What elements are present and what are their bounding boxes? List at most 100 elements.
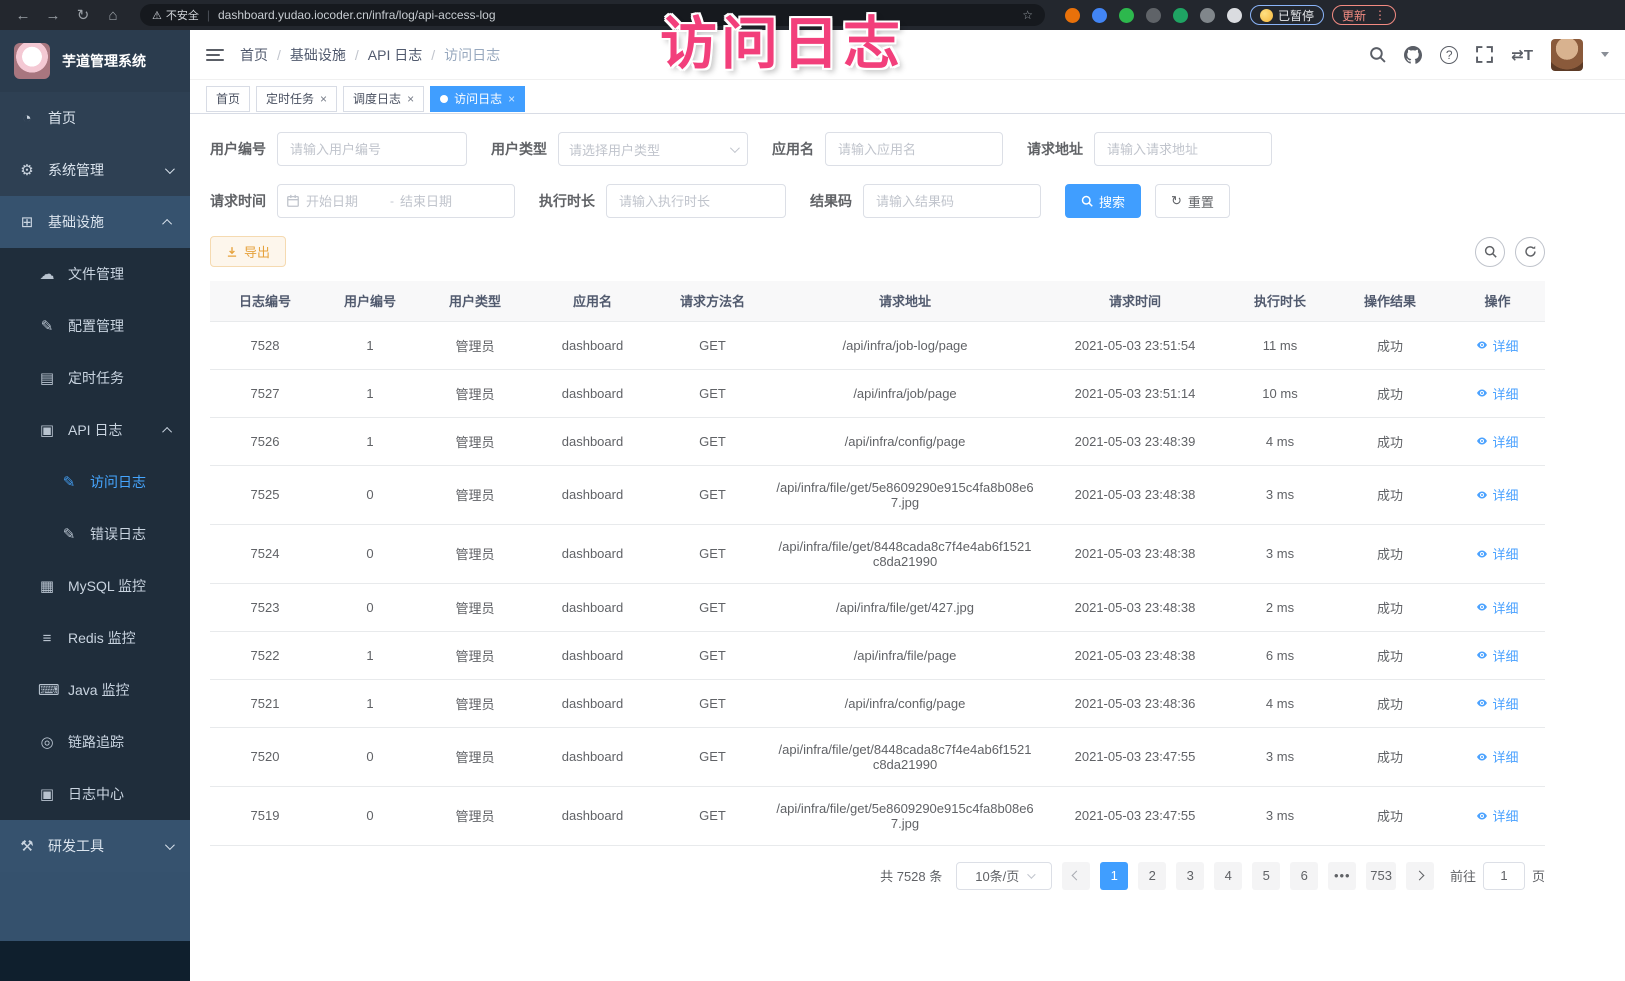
duration-input[interactable] (606, 184, 786, 218)
sidebar-item[interactable]: ▦MySQL 监控 (0, 560, 190, 612)
detail-link[interactable]: 详细 (1476, 747, 1518, 766)
cell-method: GET (655, 631, 770, 679)
tab-访问日志[interactable]: 访问日志× (430, 86, 525, 112)
search-icon[interactable] (1369, 46, 1386, 63)
detail-link[interactable]: 详细 (1476, 384, 1518, 403)
detail-link[interactable]: 详细 (1476, 646, 1518, 665)
extension-orange-ring[interactable] (1065, 8, 1080, 23)
close-icon[interactable]: × (407, 92, 414, 106)
sidebar-item[interactable]: ◎链路追踪 (0, 716, 190, 768)
prev-page-button[interactable] (1062, 862, 1090, 890)
sidebar-item-label: 研发工具 (48, 836, 104, 856)
extension-blue-shield[interactable] (1092, 8, 1107, 23)
table-row: 75230管理员dashboardGET/api/infra/file/get/… (210, 583, 1545, 631)
toggle-search-button[interactable] (1475, 237, 1505, 267)
end-date-input[interactable] (400, 194, 478, 209)
github-icon[interactable] (1404, 46, 1422, 64)
hamburger-icon[interactable] (206, 49, 224, 61)
next-page-button[interactable] (1406, 862, 1434, 890)
extension-gray-plug[interactable] (1200, 8, 1215, 23)
sidebar-item[interactable]: ⚒研发工具 (0, 820, 190, 872)
close-icon[interactable]: × (320, 92, 327, 106)
extension-color-grid[interactable] (1146, 8, 1161, 23)
breadcrumb-item[interactable]: 首页 (240, 45, 268, 65)
breadcrumb-item[interactable]: API 日志 (368, 45, 422, 65)
page-button-2[interactable]: 2 (1138, 862, 1166, 890)
sidebar-item[interactable]: ▣日志中心 (0, 768, 190, 820)
update-button[interactable]: 更新 ⋮ (1332, 5, 1396, 25)
search-button[interactable]: 搜索 (1065, 184, 1141, 218)
page-button-6[interactable]: 6 (1290, 862, 1318, 890)
detail-link[interactable]: 详细 (1476, 598, 1518, 617)
sidebar-item[interactable]: ⚙系统管理 (0, 144, 190, 196)
sidebar-item-label: API 日志 (68, 420, 122, 440)
browser-back-icon[interactable]: ← (12, 7, 34, 24)
detail-link[interactable]: 详细 (1476, 336, 1518, 355)
breadcrumb-item[interactable]: 基础设施 (290, 45, 346, 65)
app-name-input[interactable] (825, 132, 1003, 166)
sidebar-item[interactable]: ◔首页 (0, 92, 190, 144)
sidebar-item[interactable]: ✎错误日志 (0, 508, 190, 560)
tab-定时任务[interactable]: 定时任务× (256, 86, 337, 112)
browser-home-icon[interactable]: ⌂ (102, 7, 124, 24)
page-button-1[interactable]: 1 (1100, 862, 1128, 890)
page-button-5[interactable]: 5 (1252, 862, 1280, 890)
extension-green-badge[interactable] (1173, 8, 1188, 23)
sidebar-item-label: 文件管理 (68, 264, 124, 284)
bookmark-star-icon[interactable]: ☆ (1022, 8, 1033, 22)
page-size-select[interactable]: 10条/页 (956, 862, 1052, 890)
detail-link[interactable]: 详细 (1476, 544, 1518, 563)
help-icon[interactable]: ? (1440, 46, 1458, 64)
date-range-picker[interactable]: - (277, 184, 515, 218)
close-icon[interactable]: × (508, 92, 515, 106)
sidebar-item-label: 链路追踪 (68, 732, 124, 752)
sidebar-item[interactable]: ✎访问日志 (0, 456, 190, 508)
sidebar-item[interactable]: ⊞基础设施 (0, 196, 190, 248)
font-size-icon[interactable]: ⇄T (1511, 46, 1533, 64)
page-button-753[interactable]: 753 (1366, 862, 1396, 890)
user-type-select[interactable]: 请选择用户类型 (558, 132, 748, 166)
request-url-input[interactable] (1094, 132, 1272, 166)
browser-menu-icon[interactable]: ⋮ (1374, 8, 1386, 22)
detail-link[interactable]: 详细 (1476, 485, 1518, 504)
result-code-input[interactable] (863, 184, 1041, 218)
sidebar-item[interactable]: ⌨Java 监控 (0, 664, 190, 716)
column-header: 日志编号 (210, 281, 320, 321)
sidebar-item[interactable]: ≡Redis 监控 (0, 612, 190, 664)
user-id-input[interactable] (277, 132, 467, 166)
sidebar-item[interactable]: ▤定时任务 (0, 352, 190, 404)
extension-green-circle[interactable] (1119, 8, 1134, 23)
column-header: 请求方法名 (655, 281, 770, 321)
tab-首页[interactable]: 首页 (206, 86, 250, 112)
cell-operation: 详细 (1450, 465, 1545, 524)
cell-user-type: 管理员 (420, 631, 530, 679)
detail-link[interactable]: 详细 (1476, 694, 1518, 713)
url-text: dashboard.yudao.iocoder.cn/infra/log/api… (218, 8, 496, 22)
extension-white-paw[interactable] (1227, 8, 1242, 23)
sidebar-item[interactable]: ✎配置管理 (0, 300, 190, 352)
browser-reload-icon[interactable]: ↻ (72, 6, 94, 24)
address-bar[interactable]: ⚠不安全 | dashboard.yudao.iocoder.cn/infra/… (140, 4, 1045, 26)
goto-page-input[interactable] (1483, 862, 1525, 890)
page-button-3[interactable]: 3 (1176, 862, 1204, 890)
reset-button[interactable]: ↻ 重置 (1155, 184, 1230, 218)
logo-row[interactable]: 芋道管理系统 (0, 30, 190, 92)
refresh-table-button[interactable] (1515, 237, 1545, 267)
detail-link[interactable]: 详细 (1476, 806, 1518, 825)
paused-badge[interactable]: 已暂停 (1250, 5, 1324, 25)
not-secure-badge[interactable]: ⚠不安全 (152, 7, 199, 23)
page-button-4[interactable]: 4 (1214, 862, 1242, 890)
tab-调度日志[interactable]: 调度日志× (343, 86, 424, 112)
detail-link[interactable]: 详细 (1476, 432, 1518, 451)
more-pages-button[interactable]: ••• (1328, 862, 1356, 890)
sidebar-item[interactable]: ☁文件管理 (0, 248, 190, 300)
export-button[interactable]: 导出 (210, 236, 286, 267)
user-avatar[interactable] (1551, 39, 1583, 71)
avatar-caret-icon[interactable] (1601, 52, 1609, 57)
sidebar-item[interactable]: ▣API 日志 (0, 404, 190, 456)
browser-forward-icon[interactable]: → (42, 7, 64, 24)
warning-icon: ⚠ (152, 9, 162, 22)
eye-icon (1476, 548, 1488, 560)
fullscreen-icon[interactable] (1476, 46, 1493, 63)
start-date-input[interactable] (306, 194, 384, 209)
